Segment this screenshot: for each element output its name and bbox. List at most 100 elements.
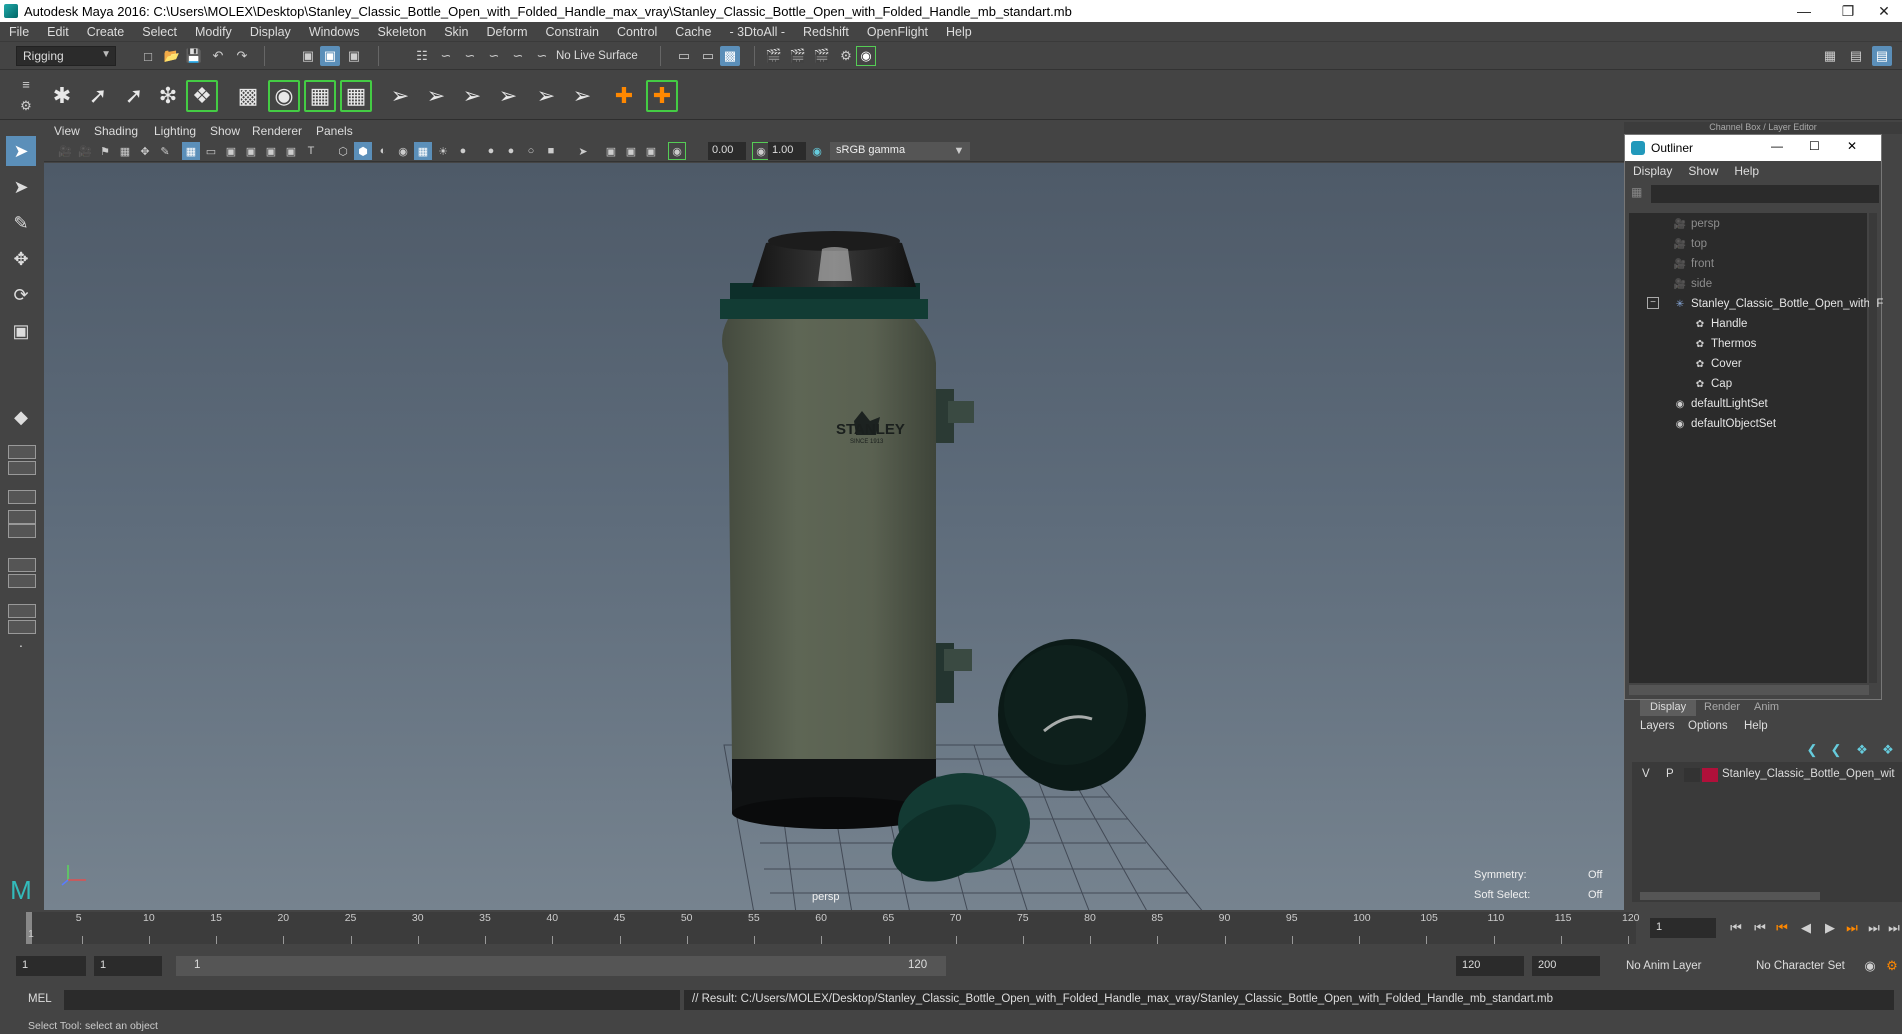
orient-constraint-icon[interactable]: ➢ [456, 80, 488, 112]
xray-joints-icon[interactable]: ▣ [622, 142, 640, 160]
pole-vector-icon[interactable]: ➢ [566, 80, 598, 112]
outliner-item[interactable]: ✳ Stanley_Classic_Bottle_Open_with_F [1673, 295, 1884, 313]
layout-persp-icon[interactable] [8, 574, 36, 588]
layout-render-icon[interactable] [8, 604, 36, 618]
outliner-menu-show[interactable]: Show [1688, 164, 1718, 178]
bind-skin-icon[interactable]: ▩ [232, 80, 264, 112]
layer-menu-options[interactable]: Options [1688, 720, 1728, 732]
menu-file[interactable]: File [0, 25, 38, 39]
paint-select-icon[interactable]: ✎ [6, 208, 36, 238]
snap-curve-icon[interactable]: ∽ [436, 46, 456, 66]
outliner-item[interactable]: ✿ Thermos [1693, 335, 1757, 353]
command-input[interactable] [64, 990, 680, 1010]
menu-deform[interactable]: Deform [478, 25, 537, 39]
select-hierarchy-icon[interactable]: ▣ [298, 46, 318, 66]
playback-end-field[interactable]: 120 [1456, 956, 1524, 976]
panel-menu-lighting[interactable]: Lighting [154, 124, 196, 138]
film-gate-icon[interactable]: ▭ [202, 142, 220, 160]
layer-tab-render[interactable]: Render [1694, 700, 1750, 716]
open-scene-icon[interactable]: 📂 [162, 46, 182, 66]
aim-constraint-icon[interactable]: ➢ [420, 80, 452, 112]
outliner-item[interactable]: ◉ defaultLightSet [1673, 395, 1768, 413]
modeling-toolkit-icon[interactable]: ▦ [1820, 46, 1840, 66]
layer-menu-layers[interactable]: Layers [1640, 720, 1675, 732]
redo-icon[interactable]: ↷ [232, 46, 252, 66]
ik-spline-icon[interactable]: ➚ [118, 80, 150, 112]
menu-skin[interactable]: Skin [435, 25, 477, 39]
layer-move-down-icon[interactable]: ❮ [1826, 740, 1846, 760]
live-surface-label[interactable]: No Live Surface [556, 50, 638, 62]
outliner-h-scrollbar[interactable] [1629, 685, 1869, 695]
ipr-render-icon[interactable]: 🎬 [812, 46, 832, 66]
outliner-item[interactable]: 🎥 persp [1673, 215, 1720, 233]
joint-tool-icon[interactable]: ✱ [46, 80, 78, 112]
menu-openflight[interactable]: OpenFlight [858, 25, 937, 39]
playback-start-field[interactable]: 1 [94, 956, 162, 976]
filter-icon[interactable]: ▦ [1631, 185, 1642, 199]
script-language-toggle[interactable]: MEL [28, 993, 52, 1005]
play-backward-icon[interactable]: ◀ [1796, 918, 1816, 938]
layer-playback-toggle[interactable]: P [1666, 768, 1674, 780]
new-layer-selected-icon[interactable]: ❖ [1878, 740, 1898, 760]
menu-display[interactable]: Display [241, 25, 300, 39]
layout-outliner-icon[interactable] [8, 490, 36, 504]
layer-menu-help[interactable]: Help [1744, 720, 1768, 732]
mirror-joint-icon[interactable]: ✚ [608, 80, 640, 112]
rotate-tool-icon[interactable]: ⟳ [6, 280, 36, 310]
auto-key-icon[interactable]: ◉ [1860, 956, 1880, 976]
end-time-field[interactable]: 200 [1532, 956, 1600, 976]
wrap-deformer-icon[interactable]: ▦ [340, 80, 372, 112]
outliner-tree[interactable]: 🎥 persp 🎥 top 🎥 front 🎥 side − ✳ Stanley_Clas… [1629, 213, 1883, 683]
motion-blur-icon[interactable]: ● [502, 142, 520, 160]
layer-color-swatch[interactable] [1702, 768, 1718, 782]
color-management-icon[interactable]: ◉ [808, 142, 826, 160]
textured-icon[interactable]: ◉ [394, 142, 412, 160]
anti-aliasing-icon[interactable]: ○ [522, 142, 540, 160]
depth-of-field-icon[interactable]: ■ [542, 142, 560, 160]
lattice-icon[interactable]: ▦ [304, 80, 336, 112]
gate-mask-icon[interactable]: ▣ [242, 142, 260, 160]
menu-redshift[interactable]: Redshift [794, 25, 858, 39]
minimize-button[interactable]: — [1782, 0, 1826, 22]
wireframe-on-shaded-icon[interactable]: ▦ [414, 142, 432, 160]
ambient-occlusion-icon[interactable]: ● [482, 142, 500, 160]
isolate-select-icon[interactable]: ➤ [574, 142, 592, 160]
select-object-icon[interactable]: ▣ [320, 46, 340, 66]
layout-single-icon[interactable]: ◆ [6, 402, 36, 432]
menu-help[interactable]: Help [937, 25, 981, 39]
construction-history-icon[interactable]: ▩ [720, 46, 740, 66]
output-ops-icon[interactable]: ▭ [698, 46, 718, 66]
layer-h-scrollbar[interactable] [1640, 892, 1820, 900]
exposure-icon[interactable]: ◉ [668, 142, 686, 160]
menu-3dtoall[interactable]: - 3DtoAll - [720, 25, 794, 39]
layer-name[interactable]: Stanley_Classic_Bottle_Open_wit [1722, 768, 1895, 780]
lasso-tool-icon[interactable]: ➤ [6, 172, 36, 202]
menu-windows[interactable]: Windows [300, 25, 369, 39]
shelf-settings-icon[interactable]: ⚙ [16, 96, 36, 116]
camera-attributes-icon[interactable]: 🎥 [76, 142, 94, 160]
next-key-icon[interactable]: ⏭ [1842, 918, 1862, 938]
new-scene-icon[interactable]: □ [138, 46, 158, 66]
menu-cache[interactable]: Cache [666, 25, 720, 39]
shelf-menu-icon[interactable]: ≡ [16, 74, 36, 94]
field-chart-icon[interactable]: ▣ [262, 142, 280, 160]
anim-layer-dropdown[interactable]: No Anim Layer [1626, 960, 1701, 972]
point-constraint-icon[interactable]: ➢ [384, 80, 416, 112]
scale-tool-icon[interactable]: ▣ [6, 316, 36, 346]
gamma-field[interactable]: 1.00 [768, 142, 806, 160]
cluster-icon[interactable]: ◉ [268, 80, 300, 112]
smooth-shade-icon[interactable]: ⬢ [354, 142, 372, 160]
panel-menu-view[interactable]: View [54, 124, 80, 138]
select-camera-icon[interactable]: 🎥 [56, 142, 74, 160]
outliner-search-input[interactable] [1651, 185, 1879, 203]
render-frame-icon[interactable]: 🎬 [764, 46, 784, 66]
layer-tab-display[interactable]: Display [1640, 700, 1697, 716]
layout-hypershade-icon[interactable] [8, 524, 36, 538]
new-layer-icon[interactable]: ❖ [1852, 740, 1872, 760]
layout-more-icon[interactable]: · [6, 630, 36, 660]
channel-box-toggle-icon[interactable]: ▤ [1872, 46, 1892, 66]
wireframe-icon[interactable]: ⬡ [334, 142, 352, 160]
bookmark-icon[interactable]: ⚑ [96, 142, 114, 160]
time-slider[interactable]: 5 10 15 20 25 30 35 40 45 50 55 60 65 70 75 80 85 90 95 100… [0, 912, 1902, 944]
xray-components-icon[interactable]: ▣ [642, 142, 660, 160]
